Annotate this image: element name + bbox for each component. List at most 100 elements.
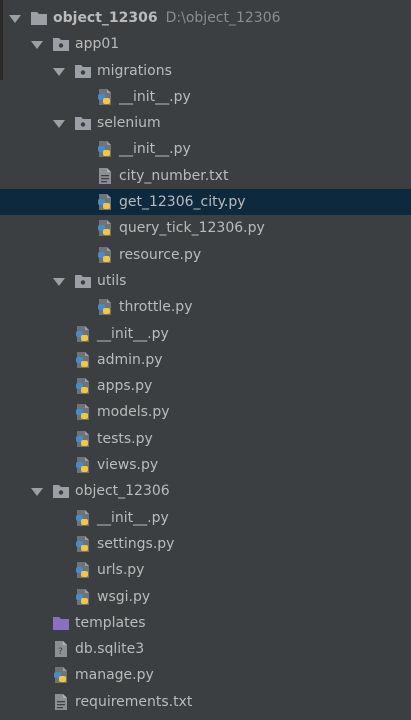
package-folder-icon: [74, 114, 92, 132]
tree-item-label: __init__.py: [97, 505, 169, 531]
tree-item-name: tests.py: [97, 430, 153, 447]
tree-row[interactable]: apps.py: [0, 373, 411, 399]
python-file-icon: [74, 430, 92, 448]
tree-row[interactable]: __init__.py: [0, 505, 411, 531]
python-file-icon: [74, 351, 92, 369]
tree-row[interactable]: views.py: [0, 452, 411, 478]
tree-item-name: object_12306: [53, 10, 158, 26]
tree-row[interactable]: object_12306: [0, 478, 411, 504]
package-folder-icon: [74, 62, 92, 80]
tree-item-name: get_12306_city.py: [119, 194, 246, 211]
tree-row[interactable]: __init__.py: [0, 136, 411, 162]
tree-item-label: wsgi.py: [97, 584, 150, 610]
tree-row[interactable]: resource.py: [0, 242, 411, 268]
tree-item-name: models.py: [97, 404, 170, 421]
python-file-icon: [74, 509, 92, 527]
tree-item-name: views.py: [97, 457, 159, 474]
tree-item-label: settings.py: [97, 531, 174, 557]
sqlite-file-icon: ?: [52, 640, 70, 658]
tree-row[interactable]: __init__.py: [0, 321, 411, 347]
package-folder-icon: [52, 35, 70, 53]
tree-item-label: object_12306 D:\object_12306: [53, 5, 281, 31]
tree-item-label: __init__.py: [119, 136, 191, 162]
project-tree[interactable]: object_12306 D:\object_12306 app01 migratio…: [0, 5, 411, 715]
tree-item-name: db.sqlite3: [75, 641, 145, 658]
expand-arrow-icon[interactable]: [30, 31, 44, 57]
tree-item-label: __init__.py: [119, 84, 191, 110]
tree-item-name: city_number.txt: [119, 167, 229, 184]
tree-row[interactable]: city_number.txt: [0, 163, 411, 189]
tree-row[interactable]: ? db.sqlite3: [0, 636, 411, 662]
tree-item-label: resource.py: [119, 242, 201, 268]
tree-row[interactable]: admin.py: [0, 347, 411, 373]
tree-item-name: urls.py: [97, 562, 145, 579]
tree-item-label: requirements.txt: [75, 689, 192, 715]
text-file-icon: [52, 693, 70, 711]
tree-item-label: models.py: [97, 399, 170, 425]
tree-item-name: __init__.py: [97, 325, 169, 342]
tree-item-label: templates: [75, 610, 146, 636]
tree-row[interactable]: selenium: [0, 110, 411, 136]
expand-arrow-icon[interactable]: [30, 478, 44, 504]
tree-item-name: requirements.txt: [75, 693, 193, 710]
tree-item-name: utils: [97, 272, 127, 289]
expand-arrow-icon[interactable]: [52, 268, 66, 294]
tree-item-label: __init__.py: [97, 321, 169, 347]
expand-arrow-icon[interactable]: [52, 110, 66, 136]
tree-item-label: db.sqlite3: [75, 636, 144, 662]
tree-item-name: __init__.py: [97, 509, 169, 526]
tree-item-label: admin.py: [97, 347, 163, 373]
python-file-icon: [96, 219, 114, 237]
tree-item-label: apps.py: [97, 373, 152, 399]
tree-row[interactable]: app01: [0, 31, 411, 57]
python-file-icon: [74, 588, 92, 606]
tree-row[interactable]: models.py: [0, 399, 411, 425]
tree-row[interactable]: urls.py: [0, 557, 411, 583]
python-file-icon: [96, 298, 114, 316]
expand-arrow-icon[interactable]: [8, 5, 22, 31]
tree-row[interactable]: requirements.txt: [0, 689, 411, 715]
tree-row[interactable]: settings.py: [0, 531, 411, 557]
project-path: D:\object_12306: [165, 10, 281, 26]
python-file-icon: [96, 88, 114, 106]
tree-item-label: selenium: [97, 110, 161, 136]
tree-item-name: query_tick_12306.py: [119, 220, 265, 237]
python-file-icon: [74, 535, 92, 553]
tree-row[interactable]: query_tick_12306.py: [0, 215, 411, 241]
tree-item-name: app01: [75, 36, 120, 53]
tree-row[interactable]: get_12306_city.py: [0, 189, 411, 216]
python-file-icon: [96, 140, 114, 158]
python-file-icon: [52, 666, 70, 684]
tree-row[interactable]: wsgi.py: [0, 584, 411, 610]
tree-row[interactable]: object_12306 D:\object_12306: [0, 5, 411, 31]
tree-item-label: app01: [75, 31, 119, 57]
python-file-icon: [74, 377, 92, 395]
tree-item-label: object_12306: [75, 478, 170, 504]
python-file-icon: [96, 193, 114, 211]
tree-item-name: wsgi.py: [97, 588, 151, 605]
expand-arrow-icon[interactable]: [52, 58, 66, 84]
tree-item-name: templates: [75, 614, 146, 631]
python-file-icon: [74, 325, 92, 343]
tree-row[interactable]: utils: [0, 268, 411, 294]
tree-row[interactable]: migrations: [0, 58, 411, 84]
tree-item-name: apps.py: [97, 378, 153, 395]
python-file-icon: [96, 246, 114, 264]
tree-item-name: admin.py: [97, 351, 163, 368]
tree-item-name: object_12306: [75, 483, 170, 500]
python-file-icon: [74, 456, 92, 474]
tree-item-name: selenium: [97, 115, 161, 132]
tree-item-label: manage.py: [75, 662, 154, 688]
tree-item-name: manage.py: [75, 667, 154, 684]
tree-item-name: throttle.py: [119, 299, 193, 316]
tree-row[interactable]: templates: [0, 610, 411, 636]
tree-row[interactable]: tests.py: [0, 426, 411, 452]
tree-row[interactable]: manage.py: [0, 662, 411, 688]
tree-item-label: query_tick_12306.py: [119, 215, 265, 241]
tree-row[interactable]: __init__.py: [0, 84, 411, 110]
tree-row[interactable]: throttle.py: [0, 294, 411, 320]
package-folder-icon: [52, 482, 70, 500]
tree-item-label: get_12306_city.py: [119, 189, 246, 215]
tree-item-name: __init__.py: [119, 88, 191, 105]
python-file-icon: [74, 561, 92, 579]
